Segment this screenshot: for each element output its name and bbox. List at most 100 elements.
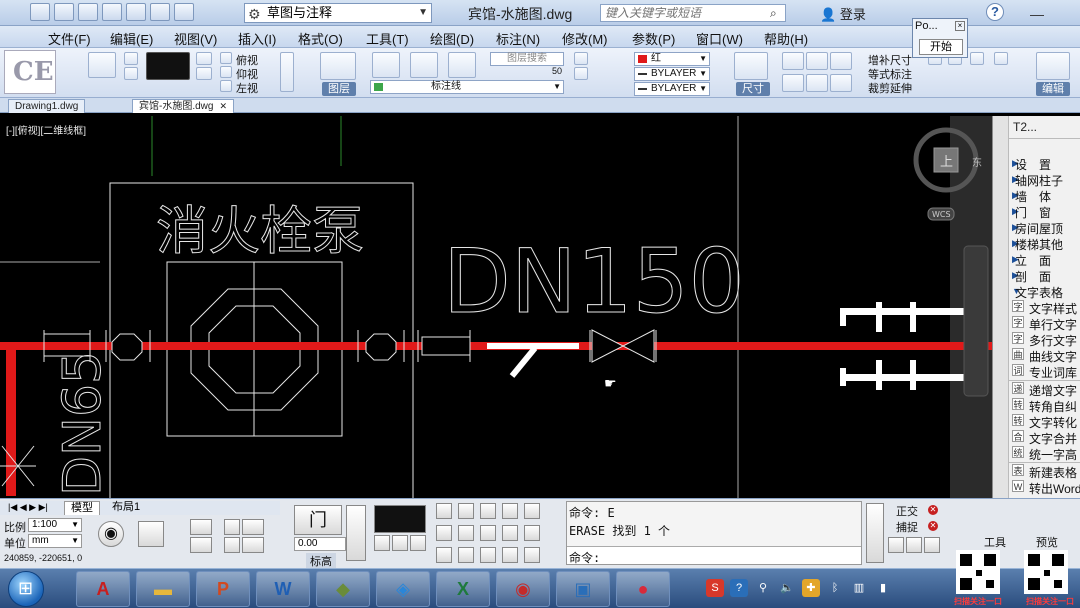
tool-b-icon[interactable] [224,537,240,553]
search-input[interactable] [600,4,786,22]
usb-icon[interactable]: ⚲ [754,579,772,597]
save-icon[interactable] [78,3,98,21]
menu-edit[interactable]: 编辑(E) [110,29,153,48]
software-taskbar-icon[interactable]: ◉ [496,571,550,607]
layer-previous-icon[interactable] [448,52,476,78]
copy-icon[interactable] [124,67,138,80]
tab-layout1[interactable]: 布局1 [106,501,146,515]
tab-drawing1[interactable]: Drawing1.dwg [8,99,86,113]
tool-icon[interactable] [524,547,540,563]
tool-new-table[interactable]: 新建表格 [1029,464,1080,481]
ortho-tool-icon[interactable] [190,537,212,553]
menu-file[interactable]: 文件(F) [48,29,91,48]
tab-nav-arrows[interactable]: |◀ ◀ ▶ ▶| [2,501,54,515]
tool-icon[interactable] [458,525,474,541]
color-dropdown[interactable]: 红 ▼ [634,52,710,66]
tool-icon[interactable] [480,525,496,541]
grid-tool-icon[interactable] [190,519,212,535]
tool-icon[interactable] [524,503,540,519]
tool-single-text[interactable]: 单行文字 [1029,316,1080,333]
panel-item-wall[interactable]: 墙 体 [1015,188,1079,205]
layer-match-icon[interactable] [410,52,438,78]
undo-icon[interactable] [150,3,170,21]
osnap-icon[interactable] [888,537,904,553]
new-file-icon[interactable] [30,3,50,21]
tool-icon[interactable] [502,547,518,563]
elevation-input[interactable]: 0.00 [294,537,346,551]
dim-linear-icon[interactable] [782,52,804,70]
signal-icon[interactable]: ▮ [874,579,892,597]
snap-off-icon[interactable]: ✕ [928,521,938,531]
menu-modify[interactable]: 修改(M) [562,29,608,48]
viewer-taskbar-icon[interactable]: ▣ [556,571,610,607]
panel-item-axis[interactable]: 轴网柱子 [1015,172,1079,189]
lineweight-dropdown[interactable]: BYLAYER ▼ [634,82,710,96]
app-taskbar-icon[interactable]: ◈ [376,571,430,607]
drawing-canvas[interactable]: 消火栓泵 DN150 DN65 上 东 WCS ☛ [-][俯视][二维线框] [0,116,992,498]
panel-item-text-table[interactable]: 文字表格 [1015,284,1079,301]
save-as-icon[interactable] [102,3,122,21]
preview-button[interactable]: 预览 [1036,534,1058,550]
close-icon[interactable]: × [955,21,965,31]
tool-text-merge[interactable]: 文字合并 [1029,430,1080,447]
layer-manager-icon[interactable] [320,52,356,80]
view-left-icon[interactable] [220,80,232,92]
start-button[interactable]: 开始 [919,39,963,55]
dim-angular-icon[interactable] [830,52,852,70]
polar-icon[interactable] [906,537,922,553]
tool-icon[interactable] [458,503,474,519]
visibility-tools-icon[interactable] [280,52,294,92]
autocad-taskbar-icon[interactable]: A [76,571,130,607]
tool-export-word[interactable]: 转出Word [1029,480,1080,497]
menu-tools[interactable]: 工具(T) [366,29,409,48]
explorer-taskbar-icon[interactable]: ▬ [136,571,190,607]
layer-search-box[interactable]: 图层搜索 [490,52,564,66]
panel-item-room[interactable]: 房间屋顶 [1015,220,1079,237]
help-tray-icon[interactable]: ? [730,579,748,597]
tool-icon[interactable] [480,547,496,563]
dim-diameter-icon[interactable] [806,74,828,92]
view-bottom-icon[interactable] [220,66,232,78]
tool-icon[interactable] [458,547,474,563]
start-button[interactable]: ⊞ [8,571,44,607]
panel-item-door[interactable]: 门 窗 [1015,204,1079,221]
current-layer-dropdown[interactable]: 标注线 ▼ [370,80,564,94]
tool-icon[interactable] [436,547,452,563]
layer-state-icon[interactable] [372,52,400,78]
navigation-bar[interactable] [963,245,989,397]
minimize-icon[interactable]: — [1030,6,1044,22]
tool-icon[interactable] [436,525,452,541]
zoom-icon[interactable] [196,52,212,65]
workspace-dropdown[interactable]: ⚙ 草图与注释 ▼ [244,3,432,23]
layout-tool-icon[interactable] [138,521,164,547]
view-left-label[interactable]: 左视 [236,80,258,96]
menu-insert[interactable]: 插入(I) [238,29,276,48]
tab-model[interactable]: 模型 [64,501,100,515]
menu-help[interactable]: 帮助(H) [764,29,808,48]
snap-toggle[interactable]: 捕捉 [896,519,918,535]
cut-icon[interactable] [124,52,138,65]
tool-increment-text[interactable]: 递增文字 [1029,382,1080,399]
rotate-icon[interactable] [374,535,390,551]
recorder-taskbar-icon[interactable]: ● [616,571,670,607]
menu-dimension[interactable]: 标注(N) [496,29,540,48]
dim-tool-c-icon[interactable] [970,52,984,65]
menu-format[interactable]: 格式(O) [298,29,343,48]
network-icon[interactable]: ▥ [850,579,868,597]
excel-taskbar-icon[interactable]: X [436,571,490,607]
binoculars-icon[interactable]: ⌕ [770,6,777,21]
height-slider-icon[interactable] [346,505,366,561]
ortho-toggle[interactable]: 正交 [896,503,918,519]
powerpoint-taskbar-icon[interactable]: P [196,571,250,607]
tab-hotel-water[interactable]: 宾馆-水施图.dwg ✕ [132,99,234,113]
dim-trim-button[interactable]: 裁剪延伸 [868,80,912,96]
view-top-icon[interactable] [220,52,232,64]
tool-icon[interactable] [436,503,452,519]
xy-tool-icon[interactable] [242,519,264,535]
tool-unify-height[interactable]: 统一字高 [1029,446,1080,463]
flip-icon[interactable] [392,535,408,551]
tool-vocabulary[interactable]: 专业词库 [1029,364,1080,381]
ab-tool-icon[interactable] [242,537,264,553]
dim-radius-icon[interactable] [782,74,804,92]
redo-icon[interactable] [174,3,194,21]
